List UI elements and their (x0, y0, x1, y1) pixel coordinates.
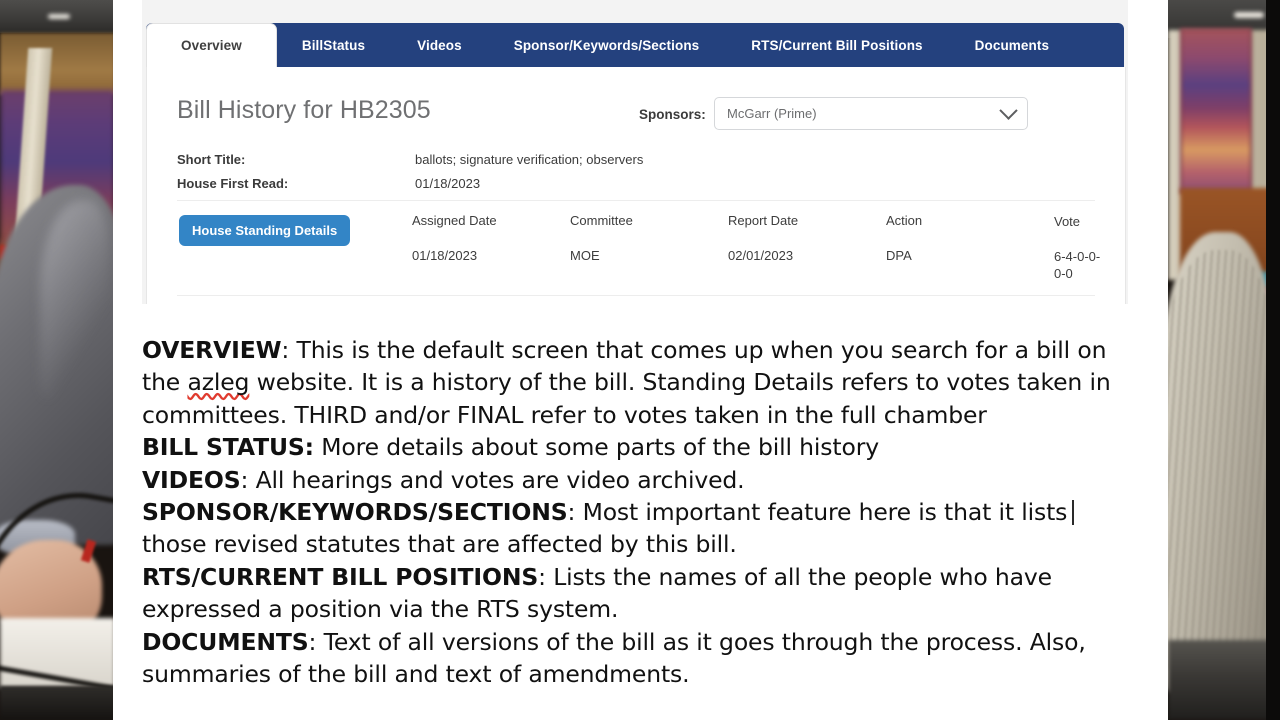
note-bill-status-text: More details about some parts of the bil… (313, 433, 879, 462)
ceiling-light (1234, 12, 1264, 18)
house-standing-details-button[interactable]: House Standing Details (179, 215, 351, 246)
tab-overview[interactable]: Overview (147, 24, 276, 67)
column-header-report-date: Report Date (728, 213, 799, 228)
tab-billstatus[interactable]: BillStatus (276, 23, 391, 67)
table-header-row: Assigned Date Committee Report Date Acti… (412, 210, 1102, 245)
short-title-label: Short Title: (177, 151, 246, 167)
column-header-action: Action (886, 213, 923, 228)
tab-rts-current-bill-positions[interactable]: RTS/Current Bill Positions (725, 23, 948, 67)
cell-action: DPA (886, 247, 912, 263)
note-sponsor-keywords-text-b: those revised statutes that are affected… (142, 530, 737, 559)
canyon-painting (1180, 28, 1252, 194)
upper-wall (0, 33, 115, 95)
sponsors-dropdown[interactable]: McGarr (Prime) (714, 97, 1028, 130)
note-overview-sep: : (281, 336, 297, 364)
cell-vote: 6-4-0-0-0-0 (1054, 248, 1101, 282)
short-title-value: ballots; signature verification; observe… (415, 151, 644, 167)
tab-sponsor-keywords-sections[interactable]: Sponsor/Keywords/Sections (488, 23, 726, 67)
note-term-sponsor-keywords: SPONSOR/KEYWORDS/SECTIONS (142, 498, 568, 527)
note-videos-text: : All hearings and votes are video archi… (240, 465, 745, 494)
note-overview-text-b: website. It is a history of the bill. St… (142, 368, 1111, 429)
meta-row: House First Read: 01/18/2023 (177, 171, 1077, 195)
note-term-rts-positions: RTS/CURRENT BILL POSITIONS (142, 562, 539, 591)
house-first-read-label: House First Read: (177, 175, 289, 191)
note-term-documents: DOCUMENTS (142, 627, 309, 656)
azleg-bill-page-screenshot: Overview BillStatus Videos Sponsor/Keywo… (142, 0, 1128, 308)
shoulder-highlight (40, 200, 110, 400)
chevron-down-icon (999, 101, 1018, 120)
sponsors-label: Sponsors: (639, 107, 706, 122)
bill-page-tabbar: Overview BillStatus Videos Sponsor/Keywo… (146, 23, 1124, 67)
background-video-right (1168, 0, 1280, 720)
column-header-vote: Vote (1054, 214, 1081, 229)
standing-details-table: Assigned Date Committee Report Date Acti… (412, 210, 1102, 286)
column-header-assigned-date: Assigned Date (412, 213, 497, 228)
text-cursor (1072, 500, 1074, 526)
note-sponsor-keywords-text-a: : Most important feature here is that it… (567, 498, 1068, 527)
document-page: Overview BillStatus Videos Sponsor/Keywo… (113, 0, 1168, 720)
overview-tab-panel: Bill History for HB2305 Sponsors: McGarr… (146, 67, 1126, 304)
bill-meta-list: Short Title: ballots; signature verifica… (177, 147, 1077, 195)
cell-report-date: 02/01/2023 (728, 247, 794, 263)
tab-videos[interactable]: Videos (391, 23, 488, 67)
cell-assigned-date: 01/18/2023 (412, 247, 478, 263)
right-edge-letterbox (1266, 0, 1280, 720)
table-row: 01/18/2023 MOE 02/01/2023 DPA 6-4-0-0-0-… (412, 245, 1102, 286)
note-bill-status: BILL STATUS: More details about some par… (142, 431, 1130, 463)
note-rts-positions: RTS/CURRENT BILL POSITIONS: Lists the na… (142, 561, 1130, 626)
meta-row: Short Title: ballots; signature verifica… (177, 147, 1077, 171)
note-term-bill-status: BILL STATUS: (142, 433, 314, 462)
column-header-committee: Committee (570, 213, 633, 228)
background-video-left (0, 0, 115, 720)
note-term-videos: VIDEOS (142, 465, 241, 494)
foreground-dark (0, 686, 115, 720)
divider (177, 200, 1095, 201)
misspelled-word: azleg (187, 368, 250, 397)
sponsors-selected-value: McGarr (Prime) (727, 106, 817, 121)
page-title: Bill History for HB2305 (177, 96, 431, 124)
house-first-read-value: 01/18/2023 (415, 175, 481, 191)
screenshot-bottom-edge (142, 304, 1128, 308)
divider (177, 295, 1095, 296)
tab-documents[interactable]: Documents (949, 23, 1075, 67)
note-term-overview: OVERVIEW (142, 336, 282, 364)
note-documents: DOCUMENTS: Text of all versions of the b… (142, 626, 1130, 691)
note-videos: VIDEOS: All hearings and votes are video… (142, 464, 1130, 496)
screen: Overview BillStatus Videos Sponsor/Keywo… (0, 0, 1280, 720)
shirt-stripes (1168, 250, 1274, 670)
ceiling-light (48, 14, 70, 19)
note-overview: OVERVIEW: This is the default screen tha… (142, 334, 1130, 431)
note-sponsor-keywords: SPONSOR/KEYWORDS/SECTIONS: Most importan… (142, 496, 1130, 561)
cell-committee: MOE (570, 247, 600, 263)
foreground-dark (1168, 640, 1280, 720)
notes-body[interactable]: OVERVIEW: This is the default screen tha… (142, 334, 1130, 690)
